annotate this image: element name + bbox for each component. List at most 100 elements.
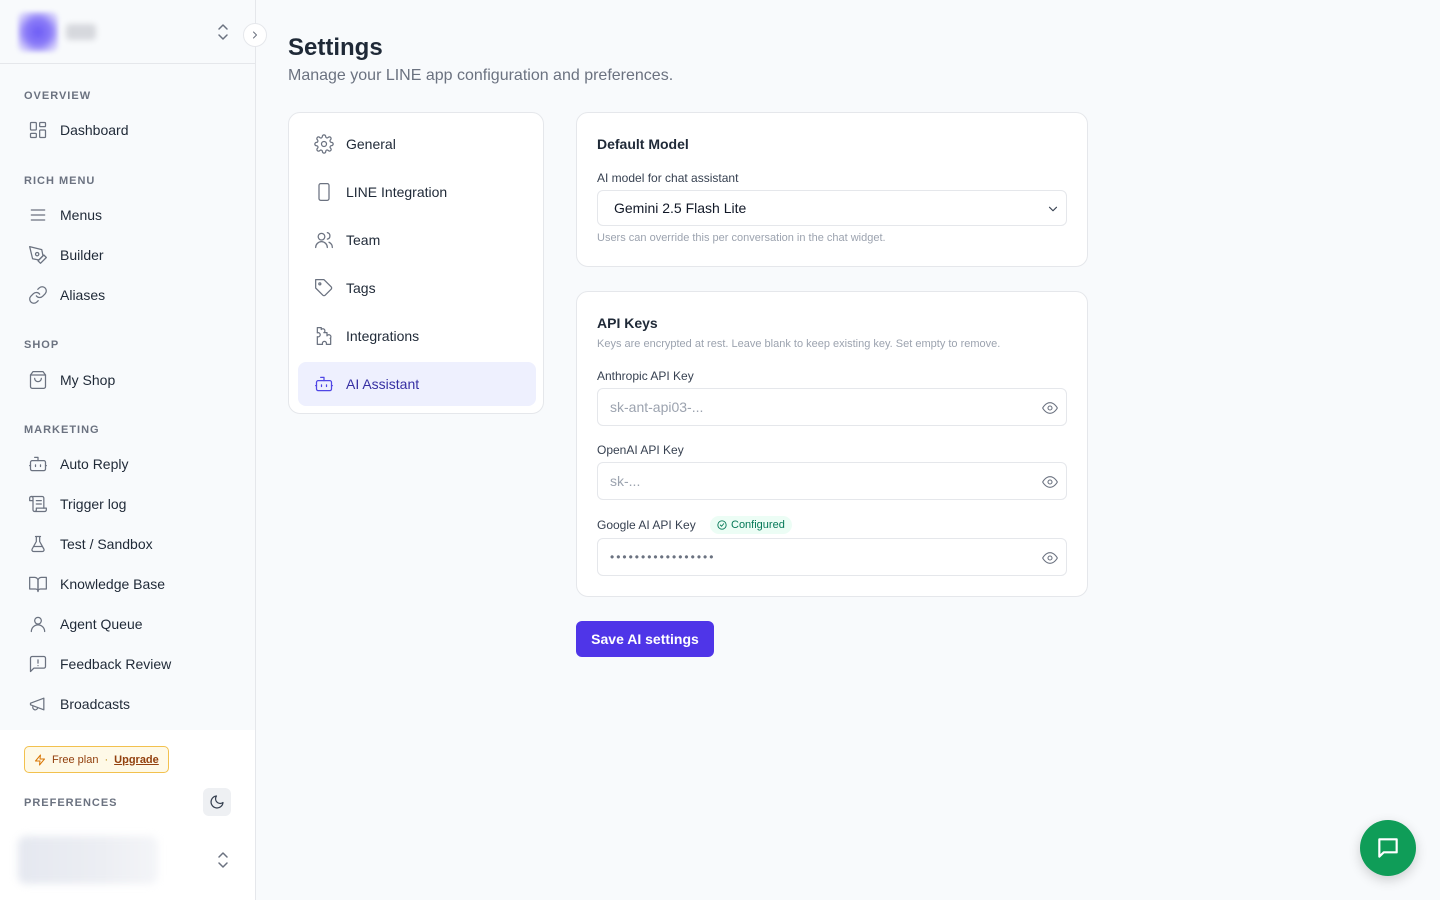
preferences-label: PREFERENCES [24, 797, 118, 809]
openai-key-placeholder: sk-... [610, 473, 641, 489]
plan-badge[interactable]: Free plan · Upgrade [24, 746, 169, 773]
anthropic-key-placeholder: sk-ant-api03-... [610, 399, 704, 415]
sidebar-item-my-shop[interactable]: My Shop [16, 362, 240, 398]
sidebar-item-trigger-log[interactable]: Trigger log [16, 486, 240, 522]
gear-icon [314, 134, 334, 154]
chat-widget-button[interactable] [1360, 820, 1416, 876]
settings-tab-label: Integrations [346, 328, 420, 344]
settings-nav: General LINE Integration Team Tags Integ… [288, 112, 544, 414]
settings-tab-integrations[interactable]: Integrations [298, 314, 536, 358]
check-circle-icon [717, 520, 727, 530]
settings-tab-tags[interactable]: Tags [298, 266, 536, 310]
user-menu[interactable] [18, 836, 238, 884]
sidebar: OVERVIEW Dashboard RICH MENU Menus Build… [0, 0, 256, 900]
book-open-icon [28, 574, 48, 594]
zap-icon [35, 754, 45, 765]
model-field-label: AI model for chat assistant [597, 171, 739, 185]
shopping-bag-icon [28, 370, 48, 390]
section-label-overview: OVERVIEW [24, 90, 92, 102]
configured-badge: Configured [710, 516, 792, 534]
settings-tab-line-integration[interactable]: LINE Integration [298, 170, 536, 214]
tag-icon [314, 278, 334, 298]
section-label-rich-menu: RICH MENU [24, 175, 96, 187]
theme-toggle-button[interactable] [203, 788, 231, 816]
chevrons-up-down-icon[interactable] [214, 850, 232, 870]
settings-tab-ai-assistant[interactable]: AI Assistant [298, 362, 536, 406]
sidebar-item-aliases[interactable]: Aliases [16, 277, 240, 313]
sidebar-item-menus[interactable]: Menus [16, 197, 240, 233]
anthropic-key-input[interactable]: sk-ant-api03-... [597, 388, 1067, 426]
openai-key-label: OpenAI API Key [597, 443, 684, 457]
menu-lines-icon [28, 205, 48, 225]
plan-separator: · [104, 753, 109, 766]
eye-icon[interactable] [1042, 550, 1058, 566]
user-icon [28, 614, 48, 634]
anthropic-key-label: Anthropic API Key [597, 369, 694, 383]
sidebar-item-test-sandbox[interactable]: Test / Sandbox [16, 526, 240, 562]
model-help-text: Users can override this per conversation… [597, 232, 886, 244]
sidebar-item-builder[interactable]: Builder [16, 237, 240, 273]
settings-tab-label: LINE Integration [346, 184, 448, 200]
settings-tab-general[interactable]: General [298, 122, 536, 166]
model-select-value: Gemini 2.5 Flash Lite [614, 200, 747, 216]
page-title: Settings [288, 34, 383, 61]
sidebar-item-label: Auto Reply [60, 456, 129, 472]
workspace-switcher[interactable] [0, 0, 255, 64]
workspace-logo [18, 12, 58, 52]
user-profile-blurred [18, 836, 158, 884]
chevron-down-icon [1048, 206, 1058, 212]
megaphone-icon [28, 694, 48, 714]
workspace-name-blurred [66, 24, 96, 40]
openai-key-input[interactable]: sk-... [597, 462, 1067, 500]
settings-tab-team[interactable]: Team [298, 218, 536, 262]
upgrade-link[interactable]: Upgrade [114, 754, 159, 766]
users-icon [314, 230, 334, 250]
sidebar-item-agent-queue[interactable]: Agent Queue [16, 606, 240, 642]
section-label-shop: SHOP [24, 339, 60, 351]
bot-icon [314, 374, 334, 394]
sidebar-item-label: Menus [60, 207, 103, 223]
sidebar-item-label: Aliases [60, 287, 106, 303]
plan-label: Free plan [52, 753, 99, 766]
save-ai-settings-button[interactable]: Save AI settings [576, 621, 714, 657]
api-keys-help-text: Keys are encrypted at rest. Leave blank … [597, 338, 1001, 350]
moon-icon [210, 795, 224, 809]
eye-icon[interactable] [1042, 400, 1058, 416]
scroll-icon [28, 494, 48, 514]
bot-icon [28, 454, 48, 474]
sidebar-item-label: Trigger log [60, 496, 127, 512]
message-alert-icon [28, 654, 48, 674]
settings-tab-label: AI Assistant [346, 376, 420, 392]
pen-tool-icon [28, 245, 48, 265]
sidebar-item-knowledge-base[interactable]: Knowledge Base [16, 566, 240, 602]
chevrons-up-down-icon[interactable] [214, 22, 232, 42]
flask-icon [28, 534, 48, 554]
sidebar-item-dashboard[interactable]: Dashboard [16, 112, 240, 148]
chevron-right-icon [253, 31, 257, 39]
sidebar-item-label: Knowledge Base [60, 576, 166, 592]
sidebar-item-label: Test / Sandbox [60, 536, 153, 552]
settings-tab-label: Tags [346, 280, 376, 296]
google-key-input[interactable]: ••••••••••••••••• [597, 538, 1067, 576]
sidebar-footer: Free plan · Upgrade PREFERENCES [0, 730, 255, 900]
model-select[interactable]: Gemini 2.5 Flash Lite [597, 190, 1067, 226]
sidebar-item-feedback-review[interactable]: Feedback Review [16, 646, 240, 682]
sidebar-item-label: Agent Queue [60, 616, 143, 632]
link-icon [28, 285, 48, 305]
dashboard-icon [28, 120, 48, 140]
sidebar-item-auto-reply[interactable]: Auto Reply [16, 446, 240, 482]
sidebar-item-label: Feedback Review [60, 656, 172, 672]
collapse-sidebar-button[interactable] [243, 23, 267, 47]
sidebar-item-label: Builder [60, 247, 104, 263]
default-model-card: Default Model AI model for chat assistan… [576, 112, 1088, 267]
sidebar-item-broadcasts[interactable]: Broadcasts [16, 686, 240, 722]
main-content: Settings Manage your LINE app configurat… [256, 0, 1440, 900]
sidebar-item-label: Dashboard [60, 122, 129, 138]
sidebar-item-label: Broadcasts [60, 696, 131, 712]
page-subtitle: Manage your LINE app configuration and p… [288, 67, 674, 84]
eye-icon[interactable] [1042, 474, 1058, 490]
api-keys-card: API Keys Keys are encrypted at rest. Lea… [576, 291, 1088, 597]
card-title: API Keys [597, 315, 658, 331]
configured-label: Configured [731, 519, 785, 531]
card-title: Default Model [597, 136, 689, 152]
